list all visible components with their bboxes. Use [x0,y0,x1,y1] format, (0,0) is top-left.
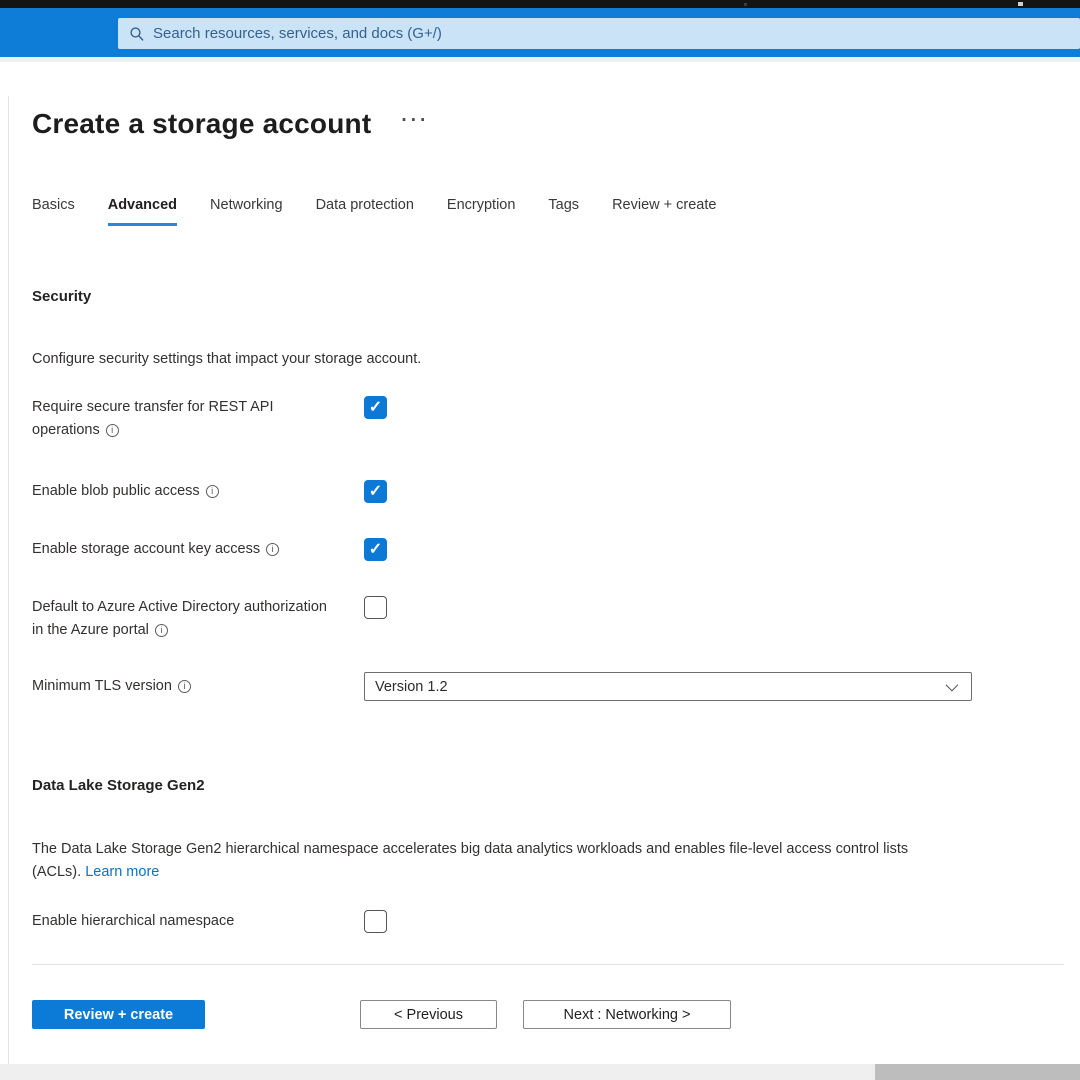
setting-row-blob-public-access: Enable blob public access [32,480,1048,503]
setting-label: Require secure transfer for REST API ope… [32,396,332,442]
info-icon[interactable] [177,680,191,693]
setting-label: Enable blob public access [32,480,332,503]
window-control-dot [744,3,747,6]
tab-networking[interactable]: Networking [210,197,283,223]
wizard-tabs: Basics Advanced Networking Data protecti… [32,197,716,226]
setting-row-account-key-access: Enable storage account key access [32,538,1048,561]
azure-top-bar [0,8,1080,57]
search-input[interactable] [153,25,1080,42]
data-lake-section-description: The Data Lake Storage Gen2 hierarchical … [32,841,909,880]
hierarchical-namespace-checkbox[interactable] [364,910,387,933]
tab-advanced[interactable]: Advanced [107,197,178,226]
blob-public-access-checkbox[interactable] [364,480,387,503]
horizontal-scrollbar-thumb[interactable] [875,1064,1080,1080]
setting-row-secure-transfer: Require secure transfer for REST API ope… [32,396,1048,442]
blade-left-edge [8,96,9,1064]
horizontal-scrollbar-track[interactable] [0,1064,1080,1080]
search-icon [130,26,144,41]
next-networking-button[interactable]: Next : Networking > [523,1000,731,1029]
tab-tags[interactable]: Tags [548,197,579,223]
dropdown-selected-value: Version 1.2 [375,678,448,695]
setting-label: Default to Azure Active Directory author… [32,596,332,642]
setting-label: Enable storage account key access [32,538,332,561]
more-options-icon[interactable]: ··· [401,110,429,132]
info-icon[interactable] [266,543,280,556]
page-title: Create a storage account ··· [32,108,429,140]
topbar-shadow [0,57,1080,62]
secure-transfer-checkbox[interactable] [364,396,387,419]
info-icon[interactable] [105,424,119,437]
data-lake-section-heading: Data Lake Storage Gen2 [32,777,205,794]
aad-authorization-checkbox[interactable] [364,596,387,619]
review-create-button[interactable]: Review + create [32,1000,205,1029]
setting-row-hierarchical-namespace: Enable hierarchical namespace [32,910,1048,933]
security-section-heading: Security [32,288,92,305]
window-titlebar [0,0,1080,8]
previous-button[interactable]: < Previous [360,1000,497,1029]
minimum-tls-version-dropdown[interactable]: Version 1.2 [364,672,972,701]
info-icon[interactable] [205,485,219,498]
info-icon[interactable] [154,624,168,637]
tab-encryption[interactable]: Encryption [447,197,516,223]
page-title-text: Create a storage account [32,108,372,139]
setting-row-minimum-tls: Minimum TLS version Version 1.2 [32,672,1048,701]
footer-divider [32,964,1064,965]
security-section-description: Configure security settings that impact … [32,351,422,367]
window-control-dot [1018,2,1023,6]
tab-data-protection[interactable]: Data protection [316,197,414,223]
chevron-down-icon [945,678,959,692]
setting-label: Enable hierarchical namespace [32,913,235,929]
global-search-box[interactable] [118,18,1080,49]
learn-more-link[interactable]: Learn more [85,864,159,880]
tab-basics[interactable]: Basics [32,197,75,223]
account-key-access-checkbox[interactable] [364,538,387,561]
setting-label: Minimum TLS version [32,672,332,701]
tab-review-create[interactable]: Review + create [612,197,716,223]
setting-row-aad-authorization: Default to Azure Active Directory author… [32,596,1048,642]
